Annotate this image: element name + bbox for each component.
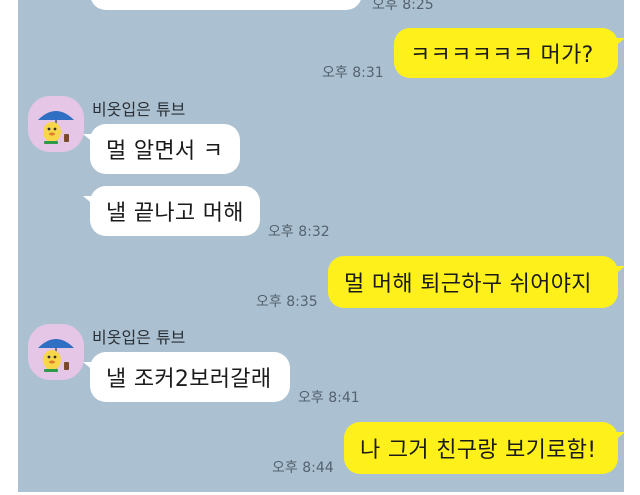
message-text: 나 그거 친구랑 보기로함! <box>360 438 597 463</box>
message-text: 멀 알면서 ㅋ <box>106 139 224 164</box>
sender-name: 비옷입은 튜브 <box>92 100 186 119</box>
message-bubble-outgoing[interactable]: 나 그거 친구랑 보기로함! <box>344 422 624 474</box>
message-bubble-outgoing[interactable]: 멀 머해 퇴근하구 쉬어야지 <box>328 256 624 308</box>
tube-raincoat-icon <box>38 111 74 144</box>
message-time: 오후 8:44 <box>272 460 334 476</box>
message-time: 오후 8:25 <box>372 0 434 13</box>
avatar[interactable] <box>28 96 84 152</box>
chat-room[interactable]: 오후 8:25 오후 8:31 ㅋㅋㅋㅋㅋㅋ 머가? 비옷입은 튜브 멀 알면서… <box>18 0 624 492</box>
message-text: 낼 조커2보러갈래 <box>106 367 272 392</box>
message-text: 멀 머해 퇴근하구 쉬어야지 <box>344 272 592 297</box>
message-time: 오후 8:31 <box>322 65 384 81</box>
message-text: ㅋㅋㅋㅋㅋㅋ 머가? <box>410 43 594 68</box>
sender-name: 비옷입은 튜브 <box>92 328 186 347</box>
message-bubble-incoming[interactable]: 낼 조커2보러갈래 <box>83 352 290 402</box>
message-time: 오후 8:32 <box>268 224 330 240</box>
message-text: 낼 끝나고 머해 <box>106 201 244 226</box>
message-bubble-incoming[interactable]: 멀 알면서 ㅋ <box>83 124 240 174</box>
message-time: 오후 8:35 <box>256 294 318 310</box>
message-bubble-outgoing[interactable]: ㅋㅋㅋㅋㅋㅋ 머가? <box>394 28 624 78</box>
message-bubble-incoming[interactable]: 낼 끝나고 머해 <box>83 186 260 236</box>
message-bubble-partial[interactable] <box>90 0 362 10</box>
avatar[interactable] <box>28 324 84 380</box>
tube-raincoat-icon <box>38 339 74 372</box>
message-time: 오후 8:41 <box>298 390 360 406</box>
